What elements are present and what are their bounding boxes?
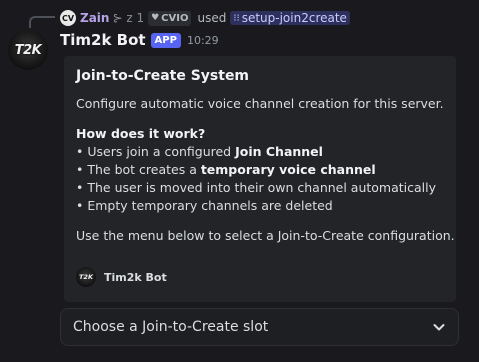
- select-placeholder: Choose a Join-to-Create slot: [73, 319, 269, 335]
- chevron-down-icon: [432, 320, 446, 334]
- guild-tag[interactable]: ♥ CVIO: [148, 10, 192, 26]
- reply-user-avatar[interactable]: CV: [60, 10, 76, 26]
- slash-command-name: setup-join2create: [241, 11, 347, 25]
- message-timestamp[interactable]: 10:29: [187, 34, 219, 47]
- reply-user-extra: ⊱ z 1: [112, 11, 145, 25]
- bot-message: CV Zain ⊱ z 1 ♥ CVIO used ⁝⁝ setup-join2…: [0, 0, 479, 362]
- embed-bullet-1: • Users join a configured Join Channel: [76, 144, 323, 159]
- embed-outro: Use the menu below to select a Join-to-C…: [76, 228, 455, 243]
- embed-title: Join-to-Create System: [76, 68, 250, 84]
- reply-context[interactable]: CV Zain ⊱ z 1 ♥ CVIO used ⁝⁝ setup-join2…: [60, 9, 350, 27]
- embed-intro: Configure automatic voice channel creati…: [76, 96, 444, 111]
- message-header: Tim2k Bot APP 10:29: [60, 31, 219, 49]
- footer-bot-icon: T2K: [76, 267, 96, 287]
- embed-description: Configure automatic voice channel creati…: [76, 95, 455, 245]
- guild-tag-label: CVIO: [161, 12, 189, 24]
- slash-command-link[interactable]: ⁝⁝ setup-join2create: [230, 11, 350, 25]
- embed-how-heading: How does it work?: [76, 126, 206, 141]
- bot-name[interactable]: Tim2k Bot: [60, 31, 146, 49]
- embed: Join-to-Create System Configure automati…: [64, 56, 456, 302]
- join-to-create-slot-select[interactable]: Choose a Join-to-Create slot: [60, 308, 459, 346]
- app-badge: APP: [150, 32, 181, 48]
- embed-bullet-3: • The user is moved into their own chann…: [76, 180, 437, 195]
- bot-avatar-logo: T2K: [14, 42, 42, 58]
- embed-bullet-2: • The bot creates a temporary voice chan…: [76, 162, 376, 177]
- heart-icon: ♥: [151, 13, 160, 23]
- reply-user-name[interactable]: Zain: [80, 11, 109, 25]
- reply-connector: [29, 16, 55, 28]
- embed-bullet-4: • Empty temporary channels are deleted: [76, 198, 333, 213]
- reply-used-text: used: [197, 11, 227, 25]
- footer-text: Tim2k Bot: [104, 270, 167, 284]
- command-icon: ⁝⁝: [233, 12, 240, 24]
- bot-avatar[interactable]: T2K: [8, 30, 48, 70]
- embed-footer: T2K Tim2k Bot: [76, 267, 167, 287]
